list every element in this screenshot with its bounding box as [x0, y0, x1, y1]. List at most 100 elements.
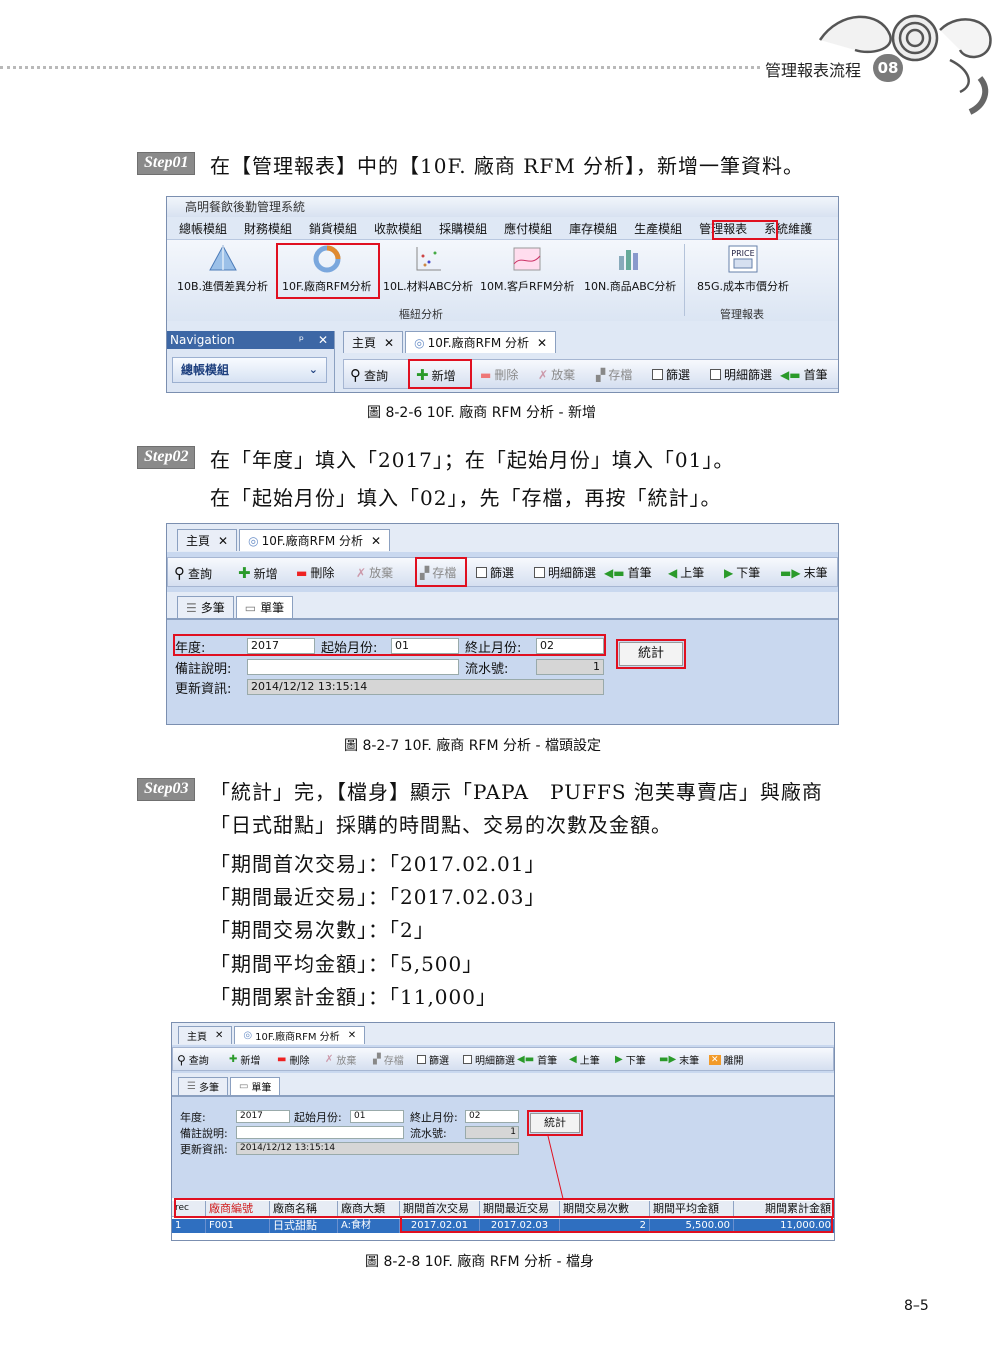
- last-record-button[interactable]: ▬▶ 末筆: [780, 564, 828, 581]
- first-record-button[interactable]: ◀▬ 首筆: [780, 366, 828, 383]
- query-button[interactable]: ⚲ 查詢: [350, 366, 388, 384]
- end-month-field[interactable]: 02: [465, 1110, 519, 1123]
- ribbon-btn-10f[interactable]: 10F.廠商RFM分析: [282, 244, 372, 294]
- tab-rfm-analysis[interactable]: ◎ 10F.廠商RFM 分析 ✕: [239, 529, 391, 551]
- discard-button[interactable]: ✗ 放棄: [356, 564, 393, 581]
- start-month-field[interactable]: 01: [350, 1110, 404, 1123]
- cell-total-amount: 11,000.00: [780, 1220, 831, 1231]
- tab-rfm-analysis[interactable]: ◎ 10F.廠商RFM 分析 ✕: [234, 1026, 366, 1044]
- last-record-button[interactable]: ▬▶ 末筆: [659, 1052, 699, 1067]
- menu-receipts[interactable]: 收款模組: [368, 220, 428, 237]
- delete-button[interactable]: ▬ 刪除: [296, 564, 334, 581]
- filter-checkbox[interactable]: 篩選: [652, 366, 690, 383]
- grid-col-vendor-code[interactable]: 廠商編號: [206, 1201, 270, 1216]
- filter-checkbox[interactable]: 篩選: [417, 1052, 449, 1067]
- tab-single-record[interactable]: ▭ 單筆: [229, 1077, 281, 1095]
- query-button[interactable]: ⚲ 查詢: [177, 1052, 209, 1068]
- menu-production[interactable]: 生產模組: [628, 220, 688, 237]
- close-button[interactable]: ✕ 離開: [709, 1052, 744, 1067]
- close-icon[interactable]: ✕: [348, 1030, 356, 1041]
- note-field[interactable]: [236, 1126, 404, 1139]
- tab-multi-record[interactable]: ☰ 多筆: [178, 1077, 228, 1095]
- add-button[interactable]: ✚ 新增: [416, 366, 456, 384]
- ribbon-btn-85g[interactable]: PRICE 85G.成本市價分析: [697, 244, 789, 294]
- checkbox-icon[interactable]: [417, 1055, 426, 1064]
- checkbox-icon[interactable]: [463, 1055, 472, 1064]
- first-record-button[interactable]: ◀▬ 首筆: [517, 1052, 557, 1067]
- save-button[interactable]: ▞ 存檔: [420, 564, 456, 581]
- add-button[interactable]: ✚ 新增: [229, 1052, 260, 1067]
- close-icon[interactable]: ✕: [371, 534, 381, 548]
- table-row[interactable]: 1 F001 日式甜點 A:食材 2017.02.01 2017.02.03 2…: [172, 1219, 834, 1233]
- stat-button[interactable]: 統計: [530, 1113, 580, 1133]
- start-month-field[interactable]: 01: [391, 638, 459, 654]
- detail-filter-checkbox[interactable]: 明細篩選: [710, 366, 772, 383]
- discard-button[interactable]: ✗ 放棄: [325, 1052, 356, 1067]
- add-button[interactable]: ✚ 新增: [238, 564, 278, 582]
- discard-button[interactable]: ✗ 放棄: [538, 366, 575, 383]
- next-record-button[interactable]: ▶ 下筆: [615, 1052, 646, 1067]
- grid-col-first-trade[interactable]: 期間首次交易: [400, 1201, 480, 1216]
- ribbon-btn-10b[interactable]: 10B.進價差異分析: [177, 244, 268, 294]
- filter-checkbox[interactable]: 篩選: [476, 564, 514, 581]
- detail-filter-checkbox[interactable]: 明細篩選: [463, 1052, 515, 1067]
- tab-home[interactable]: 主頁 ✕: [343, 331, 404, 353]
- note-field[interactable]: [247, 659, 459, 675]
- delete-button[interactable]: ▬ 刪除: [277, 1052, 309, 1067]
- detail-filter-checkbox[interactable]: 明細篩選: [534, 564, 596, 581]
- menu-finance[interactable]: 財務模組: [238, 220, 298, 237]
- ribbon-group-divider: [684, 244, 685, 316]
- grid-col-vendor-category[interactable]: 廠商大類: [338, 1201, 400, 1216]
- close-icon[interactable]: ✕: [218, 534, 228, 548]
- checkbox-icon[interactable]: [476, 567, 487, 578]
- toolbar: ⚲ 查詢 ✚ 新增 ▬ 刪除 ✗ 放棄 ▞ 存檔 篩選 明細篩選 ◀▬ 首筆 ◀ 上筆 ▶ 下筆…: [172, 1047, 834, 1071]
- close-icon[interactable]: ✕: [537, 336, 547, 350]
- menu-payables[interactable]: 應付模組: [498, 220, 558, 237]
- tab-home[interactable]: 主頁 ✕: [177, 529, 238, 551]
- chevron-down-icon[interactable]: ⌄: [309, 358, 318, 382]
- menu-sales[interactable]: 銷貨模組: [303, 220, 363, 237]
- checkbox-icon[interactable]: [710, 369, 721, 380]
- ribbon-btn-10l[interactable]: 10L.材料ABC分析: [383, 244, 473, 294]
- grid-col-recent-trade[interactable]: 期間最近交易: [480, 1201, 560, 1216]
- navigation-group-general-ledger[interactable]: 總帳模組 ⌄: [172, 357, 327, 383]
- year-field[interactable]: 2017: [247, 638, 315, 654]
- tab-multi-record[interactable]: ☰ 多筆: [177, 596, 234, 618]
- grid-col-total-amount[interactable]: 期間累計金額: [734, 1201, 834, 1216]
- grid-col-vendor-name[interactable]: 廠商名稱: [270, 1201, 338, 1216]
- menu-purchasing[interactable]: 採購模組: [433, 220, 493, 237]
- year-field[interactable]: 2017: [236, 1110, 290, 1123]
- menu-management-reports[interactable]: 管理報表: [693, 220, 753, 237]
- tab-rfm-analysis[interactable]: ◎ 10F.廠商RFM 分析 ✕: [405, 331, 557, 353]
- close-icon[interactable]: ✕: [215, 1030, 223, 1041]
- grid-col-trade-count[interactable]: 期間交易次數: [560, 1201, 650, 1216]
- grid-col-avg-amount[interactable]: 期間平均金額: [650, 1201, 734, 1216]
- tab-home[interactable]: 主頁 ✕: [178, 1026, 233, 1044]
- first-record-button[interactable]: ◀▬ 首筆: [604, 564, 652, 581]
- ribbon-group-pivot: 樞紐分析: [399, 308, 443, 321]
- stat-button[interactable]: 統計: [619, 642, 683, 666]
- close-icon[interactable]: ✕: [384, 336, 394, 350]
- query-button[interactable]: ⚲ 查詢: [174, 564, 212, 582]
- tab-single-record[interactable]: ▭ 單筆: [235, 596, 294, 618]
- ribbon-btn-10n[interactable]: 10N.商品ABC分析: [584, 244, 676, 294]
- menu-system-maintenance[interactable]: 系統維護: [758, 220, 818, 237]
- prev-record-button[interactable]: ◀ 上筆: [569, 1052, 600, 1067]
- save-button[interactable]: ▞ 存檔: [596, 366, 632, 383]
- checkbox-icon[interactable]: [534, 567, 545, 578]
- menu-inventory[interactable]: 庫存模組: [563, 220, 623, 237]
- save-button[interactable]: ▞ 存檔: [373, 1052, 404, 1067]
- next-record-button[interactable]: ▶ 下筆: [724, 564, 760, 581]
- cell-vendor-code: F001: [206, 1219, 270, 1233]
- close-icon[interactable]: ✕: [318, 331, 328, 349]
- app-window-detail-grid: 主頁 ✕ ◎ 10F.廠商RFM 分析 ✕ ⚲ 查詢 ✚ 新增 ▬ 刪除 ✗ 放棄 ▞ 存檔 篩…: [171, 1022, 835, 1241]
- serial-field: 1: [465, 1126, 519, 1139]
- pin-icon[interactable]: ᵖ: [299, 331, 304, 349]
- grid-col-rec[interactable]: rec: [172, 1201, 206, 1216]
- menu-general-ledger[interactable]: 總帳模組: [173, 220, 233, 237]
- checkbox-icon[interactable]: [652, 369, 663, 380]
- delete-button[interactable]: ▬ 刪除: [480, 366, 518, 383]
- ribbon-btn-10m[interactable]: 10M.客戶RFM分析: [480, 244, 574, 294]
- prev-record-button[interactable]: ◀ 上筆: [668, 564, 704, 581]
- end-month-field[interactable]: 02: [536, 638, 604, 654]
